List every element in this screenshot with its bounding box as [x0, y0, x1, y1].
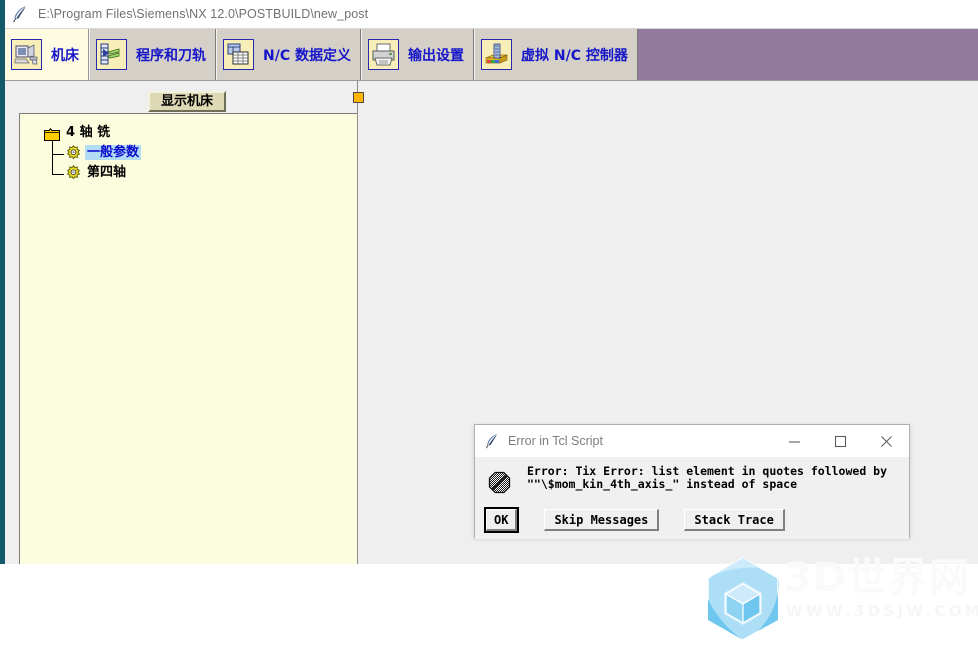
machine-tree-panel[interactable]: 4 轴 铣 一般参数 第四轴 — [19, 113, 358, 564]
tab-output-settings[interactable]: 输出设置 — [360, 29, 474, 80]
machine-tree: 4 轴 铣 一般参数 第四轴 — [20, 114, 357, 182]
ok-button[interactable]: OK — [483, 507, 520, 533]
tab-bar-filler — [607, 29, 978, 80]
dialog-message-line-2: ""\$mom_kin_4th_axis_" instead of space — [527, 477, 798, 491]
dialog-message-line-1: Error: Tix Error: list element in quotes… — [527, 464, 888, 478]
tcl-error-dialog: Error in Tcl Script Error: Tix Error: li… — [474, 424, 910, 539]
tab-virtual-nc-controller-label: 虚拟 N/C 控制器 — [520, 47, 628, 64]
quill-icon — [12, 5, 28, 23]
gear-icon — [66, 164, 81, 180]
tree-node-fourth-axis-label: 第四轴 — [87, 164, 127, 180]
tab-machine[interactable]: 机床 — [5, 29, 89, 80]
printer-icon — [367, 39, 399, 70]
program-toolpath-icon — [96, 39, 127, 70]
tab-program-toolpath-label: 程序和刀轨 — [136, 47, 206, 64]
virtual-nc-controller-icon — [480, 39, 512, 70]
tree-node-fourth-axis[interactable]: 第四轴 — [20, 162, 357, 182]
tab-program-toolpath[interactable]: 程序和刀轨 — [89, 29, 216, 80]
main-content: 显示机床 4 轴 铣 一般参数 第四轴 3D世界网 WWW.3DSJW.COM … — [5, 81, 978, 641]
maximize-icon[interactable] — [817, 425, 863, 457]
window-titlebar: E:\Program Files\Siemens\NX 12.0\POSTBUI… — [0, 0, 978, 29]
splitter-sash-handle[interactable] — [353, 92, 364, 103]
tab-list: 机床 程序和刀轨 N/C 数据定义 输出设置 虚拟 N/C 控制器 — [5, 29, 638, 80]
machine-icon — [11, 39, 42, 70]
panel-splitter[interactable] — [357, 81, 358, 564]
quill-icon — [485, 433, 499, 449]
tab-output-settings-label: 输出设置 — [407, 47, 464, 64]
skip-messages-button[interactable]: Skip Messages — [544, 509, 660, 531]
folder-icon — [44, 126, 60, 141]
dialog-body: Error: Tix Error: list element in quotes… — [475, 457, 909, 539]
watermark-url: WWW.3DSJW.COM — [786, 602, 978, 620]
dialog-button-row: OK Skip Messages Stack Trace — [475, 507, 785, 533]
watermark-logo-icon — [707, 557, 779, 641]
tree-node-root[interactable]: 4 轴 铣 — [20, 122, 357, 142]
tab-nc-data-definition[interactable]: N/C 数据定义 — [216, 29, 361, 80]
minimize-icon[interactable] — [771, 425, 817, 457]
tree-node-general-parameters-label: 一般参数 — [85, 144, 142, 160]
error-octagon-icon — [488, 471, 511, 494]
tree-node-general-parameters[interactable]: 一般参数 — [20, 142, 357, 162]
tab-bar: 机床 程序和刀轨 N/C 数据定义 输出设置 虚拟 N/C 控制器 — [5, 29, 978, 81]
tab-machine-label: 机床 — [51, 47, 79, 64]
show-machine-button[interactable]: 显示机床 — [148, 91, 226, 112]
tab-virtual-nc-controller[interactable]: 虚拟 N/C 控制器 — [473, 29, 638, 80]
nc-data-definition-icon — [223, 39, 254, 70]
watermark-title: 3D世界网 — [784, 555, 971, 601]
gear-icon — [66, 144, 81, 160]
stack-trace-button[interactable]: Stack Trace — [684, 509, 785, 531]
dialog-message-row: Error: Tix Error: list element in quotes… — [475, 465, 887, 494]
tab-nc-data-definition-label: N/C 数据定义 — [263, 47, 351, 64]
site-watermark: 3D世界网 WWW.3DSJW.COM — [698, 554, 978, 645]
application-window: E:\Program Files\Siemens\NX 12.0\POSTBUI… — [0, 0, 978, 641]
tree-node-root-label: 4 轴 铣 — [66, 124, 111, 140]
dialog-message: Error: Tix Error: list element in quotes… — [527, 465, 887, 491]
window-title: E:\Program Files\Siemens\NX 12.0\POSTBUI… — [38, 7, 369, 21]
dialog-window-buttons — [771, 425, 909, 457]
dialog-title: Error in Tcl Script — [508, 434, 603, 448]
close-icon[interactable] — [863, 425, 909, 457]
dialog-titlebar: Error in Tcl Script — [475, 425, 909, 457]
titlebar-accent-strip — [0, 0, 5, 28]
